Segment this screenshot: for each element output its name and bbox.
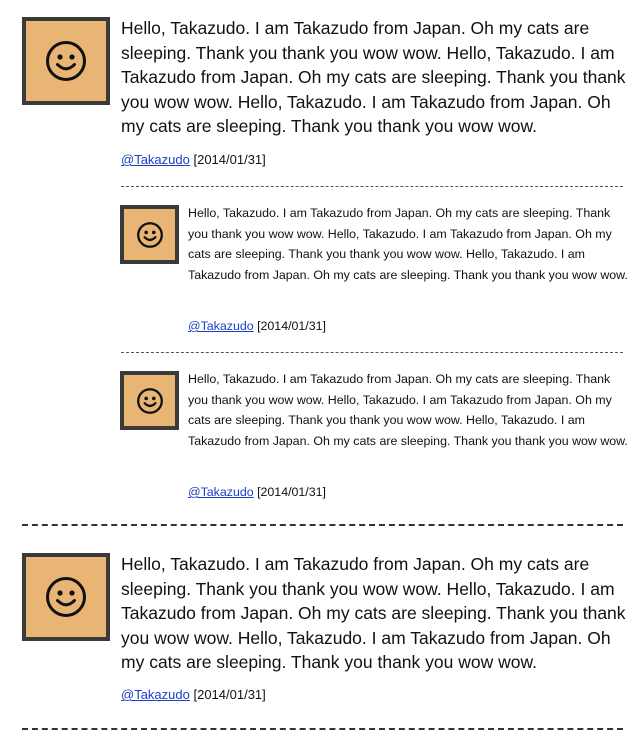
- author-link[interactable]: @Takazudo: [188, 485, 254, 499]
- reply-meta: @Takazudo [2014/01/31]: [188, 318, 326, 334]
- author-link[interactable]: @Takazudo: [121, 687, 190, 702]
- reply-divider: [121, 352, 623, 353]
- post-meta: @Takazudo [2014/01/31]: [121, 687, 266, 703]
- avatar: [120, 205, 179, 264]
- reply-meta: @Takazudo [2014/01/31]: [188, 484, 326, 500]
- post-text: Hello, Takazudo. I am Takazudo from Japa…: [121, 554, 626, 672]
- reply-text: Hello, Takazudo. I am Takazudo from Japa…: [188, 372, 628, 448]
- reply-text: Hello, Takazudo. I am Takazudo from Japa…: [188, 206, 628, 282]
- post-date: [2014/01/31]: [193, 152, 266, 167]
- smiley-face-icon: [136, 221, 163, 248]
- author-link[interactable]: @Takazudo: [188, 319, 254, 333]
- post-text: Hello, Takazudo. I am Takazudo from Japa…: [121, 18, 626, 136]
- smiley-face-icon: [46, 577, 86, 617]
- avatar: [22, 553, 110, 641]
- post-divider: [22, 524, 623, 526]
- author-link[interactable]: @Takazudo: [121, 152, 190, 167]
- reply-date: [2014/01/31]: [257, 319, 326, 333]
- post-divider: [22, 728, 623, 730]
- post-meta: @Takazudo [2014/01/31]: [121, 152, 266, 168]
- avatar: [22, 17, 110, 105]
- post-date: [2014/01/31]: [193, 687, 266, 702]
- smiley-face-icon: [136, 387, 163, 414]
- reply-divider: [121, 186, 623, 187]
- post: Hello, Takazudo. I am Takazudo from Japa…: [0, 0, 643, 180]
- avatar: [120, 371, 179, 430]
- smiley-face-icon: [46, 41, 86, 81]
- reply-date: [2014/01/31]: [257, 485, 326, 499]
